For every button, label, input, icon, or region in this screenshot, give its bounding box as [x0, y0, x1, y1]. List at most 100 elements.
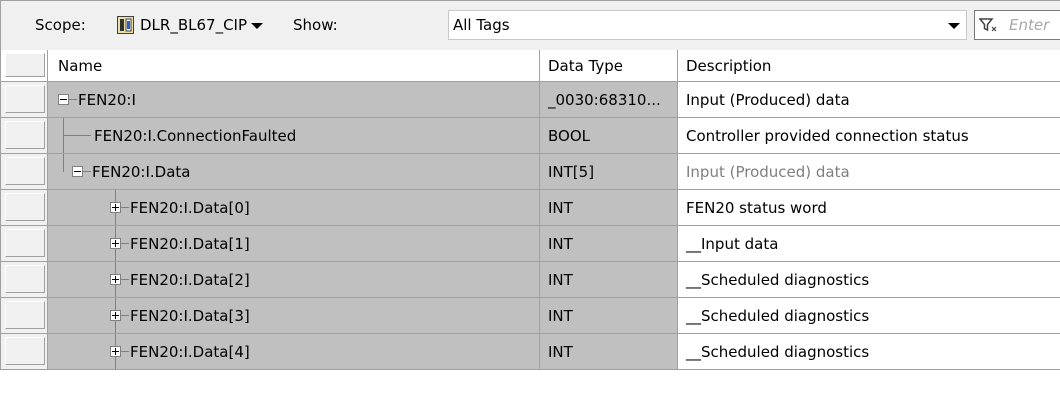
data-type-value: INT	[548, 271, 573, 289]
data-type-value: BOOL	[548, 127, 590, 145]
data-type-value: INT	[548, 307, 573, 325]
expand-icon[interactable]	[110, 346, 121, 357]
tree-connector	[121, 243, 129, 244]
tree-connector	[121, 279, 129, 280]
description-value: Input (Produced) data	[686, 163, 850, 181]
controller-icon	[117, 16, 134, 34]
show-label: Show:	[293, 16, 338, 34]
table-row[interactable]: FEN20:I.Data[3] INT __Scheduled diagnostic…	[0, 298, 1060, 334]
tag-name: FEN20:I.Data[0]	[130, 199, 250, 217]
column-header-label: Name	[58, 57, 103, 75]
row-selector[interactable]	[0, 262, 48, 298]
cell-name[interactable]: FEN20:I.Data	[48, 154, 540, 190]
cell-data-type[interactable]: INT	[540, 334, 678, 370]
table-row[interactable]: FEN20:I.Data INT[5] Input (Produced) data	[0, 154, 1060, 190]
cell-description[interactable]: FEN20 status word	[678, 190, 1060, 226]
tag-name: FEN20:I.Data[1]	[130, 235, 250, 253]
row-header-button	[5, 229, 45, 257]
description-value: __Scheduled diagnostics	[686, 271, 870, 289]
cell-name[interactable]: FEN20:I.Data[0]	[48, 190, 540, 226]
cell-name[interactable]: FEN20:I.Data[4]	[48, 334, 540, 370]
expand-icon[interactable]	[110, 202, 121, 213]
cell-description[interactable]: __Scheduled diagnostics	[678, 334, 1060, 370]
tag-name: FEN20:I	[78, 91, 136, 109]
data-type-value: _0030:68310...	[548, 91, 661, 109]
scope-label: Scope:	[35, 16, 86, 34]
row-selector[interactable]	[0, 190, 48, 226]
cell-description[interactable]: __Scheduled diagnostics	[678, 262, 1060, 298]
description-value: Controller provided connection status	[686, 127, 969, 145]
row-header-button	[5, 337, 45, 365]
cell-name[interactable]: FEN20:I.Data[3]	[48, 298, 540, 334]
expand-icon[interactable]	[110, 310, 121, 321]
row-header-button	[5, 265, 45, 293]
filter-icon[interactable]	[978, 17, 997, 33]
description-value: __Scheduled diagnostics	[686, 307, 870, 325]
row-selector[interactable]	[0, 334, 48, 370]
corner-cell	[5, 53, 45, 77]
cell-name[interactable]: FEN20:I.Data[2]	[48, 262, 540, 298]
cell-data-type[interactable]: INT	[540, 298, 678, 334]
column-header-description[interactable]: Description	[678, 50, 1060, 82]
show-dropdown[interactable]: All Tags	[448, 10, 967, 40]
cell-data-type[interactable]: INT	[540, 226, 678, 262]
row-selector-header[interactable]	[0, 50, 48, 82]
data-type-value: INT[5]	[548, 163, 595, 181]
tag-name: FEN20:I.Data[4]	[130, 343, 250, 361]
cell-data-type[interactable]: BOOL	[540, 118, 678, 154]
row-selector[interactable]	[0, 82, 48, 118]
table-row[interactable]: FEN20:I.Data[0] INT FEN20 status word	[0, 190, 1060, 226]
table-row[interactable]: FEN20:I.ConnectionFaulted BOOL Controller …	[0, 118, 1060, 154]
data-type-value: INT	[548, 343, 573, 361]
row-selector[interactable]	[0, 154, 48, 190]
collapse-icon[interactable]	[58, 94, 69, 105]
row-header-button	[5, 193, 45, 221]
cell-description[interactable]: __Scheduled diagnostics	[678, 298, 1060, 334]
tag-grid: Name Data Type Description FEN20:I _0030:…	[0, 50, 1060, 411]
tag-toolbar: Scope: DLR_BL67_CIP Show: All Tags Enter	[0, 0, 1060, 50]
tree-connector	[121, 315, 129, 316]
cell-data-type[interactable]: INT	[540, 262, 678, 298]
scope-value: DLR_BL67_CIP	[140, 16, 248, 34]
cell-name[interactable]: FEN20:I.ConnectionFaulted	[48, 118, 540, 154]
expand-icon[interactable]	[110, 274, 121, 285]
cell-description[interactable]: __Input data	[678, 226, 1060, 262]
cell-name[interactable]: FEN20:I	[48, 82, 540, 118]
table-row[interactable]: FEN20:I.Data[4] INT __Scheduled diagnostic…	[0, 334, 1060, 370]
cell-description[interactable]: Controller provided connection status	[678, 118, 1060, 154]
row-selector[interactable]	[0, 118, 48, 154]
column-header-label: Data Type	[548, 57, 624, 75]
cell-description[interactable]: Input (Produced) data	[678, 154, 1060, 190]
row-header-button	[5, 157, 45, 185]
tree-connector	[83, 171, 91, 172]
expand-icon[interactable]	[110, 238, 121, 249]
tree-connector	[63, 135, 91, 136]
row-selector[interactable]	[0, 226, 48, 262]
column-header-data-type[interactable]: Data Type	[540, 50, 678, 82]
table-row[interactable]: FEN20:I.Data[1] INT __Input data	[0, 226, 1060, 262]
description-value: __Input data	[686, 235, 779, 253]
cell-data-type[interactable]: _0030:68310...	[540, 82, 678, 118]
table-row[interactable]: FEN20:I.Data[2] INT __Scheduled diagnostic…	[0, 262, 1060, 298]
tree-connector	[121, 351, 129, 352]
tag-name: FEN20:I.Data	[92, 163, 191, 181]
tree-connector	[63, 154, 64, 172]
tag-name: FEN20:I.Data[2]	[130, 271, 250, 289]
tag-name: FEN20:I.Data[3]	[130, 307, 250, 325]
cell-description[interactable]: Input (Produced) data	[678, 82, 1060, 118]
row-selector[interactable]	[0, 298, 48, 334]
cell-data-type[interactable]: INT[5]	[540, 154, 678, 190]
scope-dropdown[interactable]: DLR_BL67_CIP	[113, 10, 271, 40]
cell-data-type[interactable]: INT	[540, 190, 678, 226]
cell-name[interactable]: FEN20:I.Data[1]	[48, 226, 540, 262]
column-header-name[interactable]: Name	[48, 50, 540, 82]
data-type-value: INT	[548, 199, 573, 217]
description-value: __Scheduled diagnostics	[686, 343, 870, 361]
table-row[interactable]: FEN20:I _0030:68310... Input (Produced) da…	[0, 82, 1060, 118]
grid-header-row: Name Data Type Description	[0, 50, 1060, 82]
row-header-button	[5, 85, 45, 113]
caret-down-icon	[251, 23, 263, 29]
collapse-icon[interactable]	[72, 166, 83, 177]
filter-input[interactable]: Enter	[974, 10, 1060, 40]
tag-name: FEN20:I.ConnectionFaulted	[94, 127, 297, 145]
